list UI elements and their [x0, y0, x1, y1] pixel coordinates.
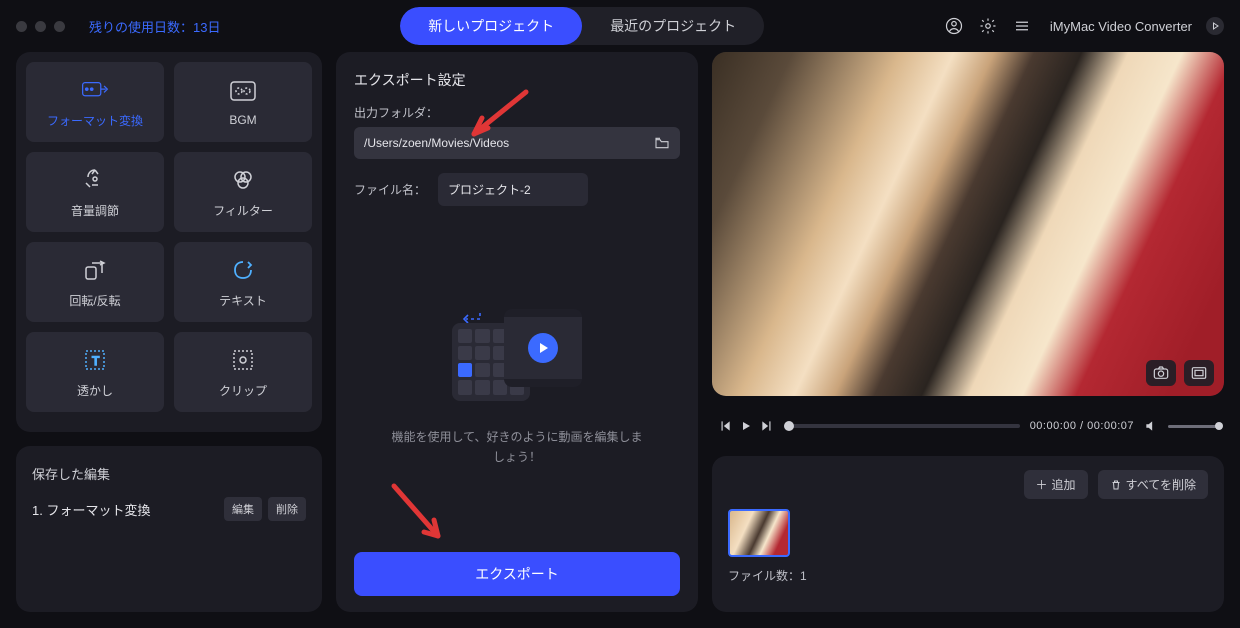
fullscreen-icon[interactable] — [1184, 360, 1214, 386]
film-convert-icon — [81, 76, 109, 104]
edit-button[interactable]: 編集 — [224, 497, 262, 521]
file-count-label: ファイル数：1 — [728, 567, 1208, 584]
tab-recent-projects[interactable]: 最近のプロジェクト — [582, 7, 764, 45]
video-preview — [712, 52, 1224, 396]
tool-filter[interactable]: フィルター — [174, 152, 312, 232]
seek-handle[interactable] — [784, 421, 794, 431]
tool-volume[interactable]: 音量調節 — [26, 152, 164, 232]
file-list-panel: ＋追加 すべてを削除 ファイル数：1 — [712, 456, 1224, 612]
tool-label: クリップ — [219, 382, 267, 399]
next-button[interactable] — [760, 419, 774, 433]
volume-slider[interactable] — [1168, 425, 1218, 428]
add-file-button[interactable]: ＋追加 — [1024, 470, 1088, 499]
saved-edits-title: 保存した編集 — [32, 464, 306, 483]
account-icon[interactable] — [944, 16, 964, 36]
rotate-icon — [81, 256, 109, 284]
export-button[interactable]: エクスポート — [354, 552, 680, 596]
bgm-icon — [229, 77, 257, 105]
player-controls: 00:00:00 / 00:00:07 — [712, 410, 1224, 442]
tool-label: テキスト — [219, 292, 267, 309]
saved-edit-name: 1. フォーマット変換 — [32, 500, 150, 519]
seek-bar[interactable] — [784, 424, 1020, 428]
tool-format-convert[interactable]: フォーマット変換 — [26, 62, 164, 142]
watermark-icon: T — [81, 346, 109, 374]
preview-frame — [712, 52, 1224, 396]
output-folder-field[interactable]: /Users/zoen/Movies/Videos — [354, 127, 680, 159]
tool-clip[interactable]: クリップ — [174, 332, 312, 412]
filename-label: ファイル名： — [354, 181, 426, 198]
prev-button[interactable] — [718, 419, 732, 433]
filter-icon — [229, 166, 257, 194]
browse-folder-icon[interactable] — [654, 135, 670, 151]
volume-icon[interactable] — [1144, 419, 1158, 433]
saved-edit-row: 1. フォーマット変換 編集 削除 — [32, 497, 306, 521]
tool-rotate[interactable]: 回転/反転 — [26, 242, 164, 322]
export-settings-panel: エクスポート設定 出力フォルダ： /Users/zoen/Movies/Vide… — [336, 52, 698, 612]
window-controls[interactable] — [16, 21, 65, 32]
export-hint-text: 機能を使用して、好きのように動画を編集しましょう！ — [387, 427, 647, 468]
menu-icon[interactable] — [1012, 16, 1032, 36]
saved-edits-panel: 保存した編集 1. フォーマット変換 編集 削除 — [16, 446, 322, 612]
time-display: 00:00:00 / 00:00:07 — [1030, 420, 1134, 432]
tool-label: 透かし — [77, 382, 113, 399]
app-logo-icon — [1206, 17, 1224, 35]
delete-button[interactable]: 削除 — [268, 497, 306, 521]
tool-label: フォーマット変換 — [47, 112, 143, 129]
tool-label: フィルター — [213, 202, 273, 219]
svg-text:T: T — [92, 354, 100, 368]
settings-icon[interactable] — [978, 16, 998, 36]
filename-field[interactable]: プロジェクト-2 — [438, 173, 588, 206]
tool-text[interactable]: テキスト — [174, 242, 312, 322]
clip-icon — [229, 346, 257, 374]
play-button[interactable] — [740, 419, 752, 433]
tool-watermark[interactable]: T 透かし — [26, 332, 164, 412]
volume-icon — [81, 166, 109, 194]
snapshot-icon[interactable] — [1146, 360, 1176, 386]
trial-days-label: 残りの使用日数：13日 — [89, 17, 220, 36]
tool-label: 回転/反転 — [69, 292, 120, 309]
file-thumbnail[interactable] — [728, 509, 790, 557]
project-tabs: 新しいプロジェクト 最近のプロジェクト — [400, 7, 764, 45]
output-folder-label: 出力フォルダ： — [354, 104, 680, 121]
tool-label: 音量調節 — [71, 202, 119, 219]
export-illustration — [452, 309, 582, 409]
text-icon — [229, 256, 257, 284]
app-name-label: iMyMac Video Converter — [1050, 19, 1192, 34]
tool-palette: フォーマット変換 BGM 音量調節 — [16, 52, 322, 432]
filename-value: プロジェクト-2 — [448, 183, 531, 197]
export-settings-title: エクスポート設定 — [354, 70, 680, 90]
tool-label: BGM — [229, 113, 256, 127]
tool-bgm[interactable]: BGM — [174, 62, 312, 142]
delete-all-button[interactable]: すべてを削除 — [1098, 470, 1208, 499]
tab-new-project[interactable]: 新しいプロジェクト — [400, 7, 582, 45]
output-folder-value: /Users/zoen/Movies/Videos — [364, 136, 509, 150]
